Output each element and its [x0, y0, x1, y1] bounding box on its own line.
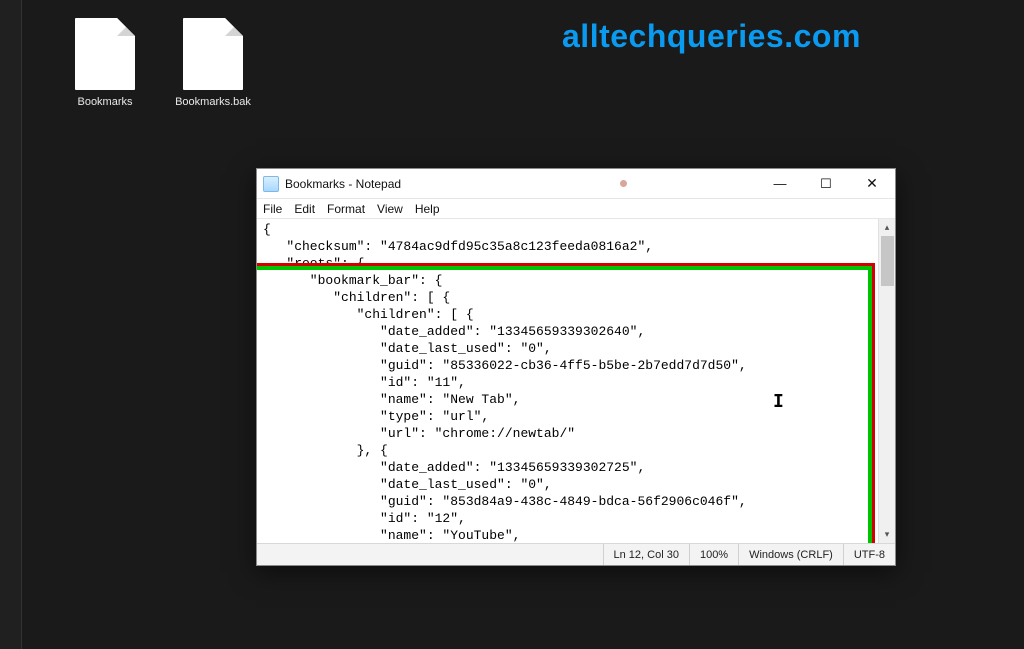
status-zoom: 100% [689, 544, 738, 565]
minimize-button[interactable]: — [757, 169, 803, 198]
menu-edit[interactable]: Edit [294, 202, 315, 216]
file-label: Bookmarks [60, 96, 150, 108]
unsaved-indicator-icon [620, 180, 627, 187]
statusbar: Ln 12, Col 30 100% Windows (CRLF) UTF-8 [257, 543, 895, 565]
close-button[interactable]: ✕ [849, 169, 895, 198]
file-page-icon [75, 18, 135, 90]
editor-text[interactable]: { "checksum": "4784ac9dfd95c35a8c123feed… [263, 221, 877, 543]
menu-file[interactable]: File [263, 202, 282, 216]
file-icon-bookmarks[interactable]: Bookmarks [60, 18, 150, 108]
scroll-down-icon[interactable]: ▾ [879, 526, 895, 543]
maximize-button[interactable]: ☐ [803, 169, 849, 198]
desktop: alltechqueries.com Bookmarks Bookmarks.b… [22, 0, 1024, 649]
titlebar[interactable]: Bookmarks - Notepad — ☐ ✕ [257, 169, 895, 199]
scrollbar-thumb[interactable] [881, 236, 894, 286]
status-line-ending: Windows (CRLF) [738, 544, 843, 565]
menubar: File Edit Format View Help [257, 199, 895, 219]
watermark-text: alltechqueries.com [562, 18, 861, 55]
window-title: Bookmarks - Notepad [285, 177, 401, 191]
file-page-icon [183, 18, 243, 90]
status-encoding: UTF-8 [843, 544, 895, 565]
file-label: Bookmarks.bak [168, 96, 258, 108]
editor-area[interactable]: { "checksum": "4784ac9dfd95c35a8c123feed… [257, 219, 895, 543]
scroll-up-icon[interactable]: ▴ [879, 219, 895, 236]
vertical-scrollbar[interactable]: ▴ ▾ [878, 219, 895, 543]
status-position: Ln 12, Col 30 [603, 544, 689, 565]
menu-format[interactable]: Format [327, 202, 365, 216]
menu-view[interactable]: View [377, 202, 403, 216]
menu-help[interactable]: Help [415, 202, 440, 216]
explorer-left-strip [0, 0, 22, 649]
window-controls: — ☐ ✕ [757, 169, 895, 198]
file-icon-bookmarks-bak[interactable]: Bookmarks.bak [168, 18, 258, 108]
notepad-window: Bookmarks - Notepad — ☐ ✕ File Edit Form… [256, 168, 896, 566]
notepad-icon [263, 176, 279, 192]
